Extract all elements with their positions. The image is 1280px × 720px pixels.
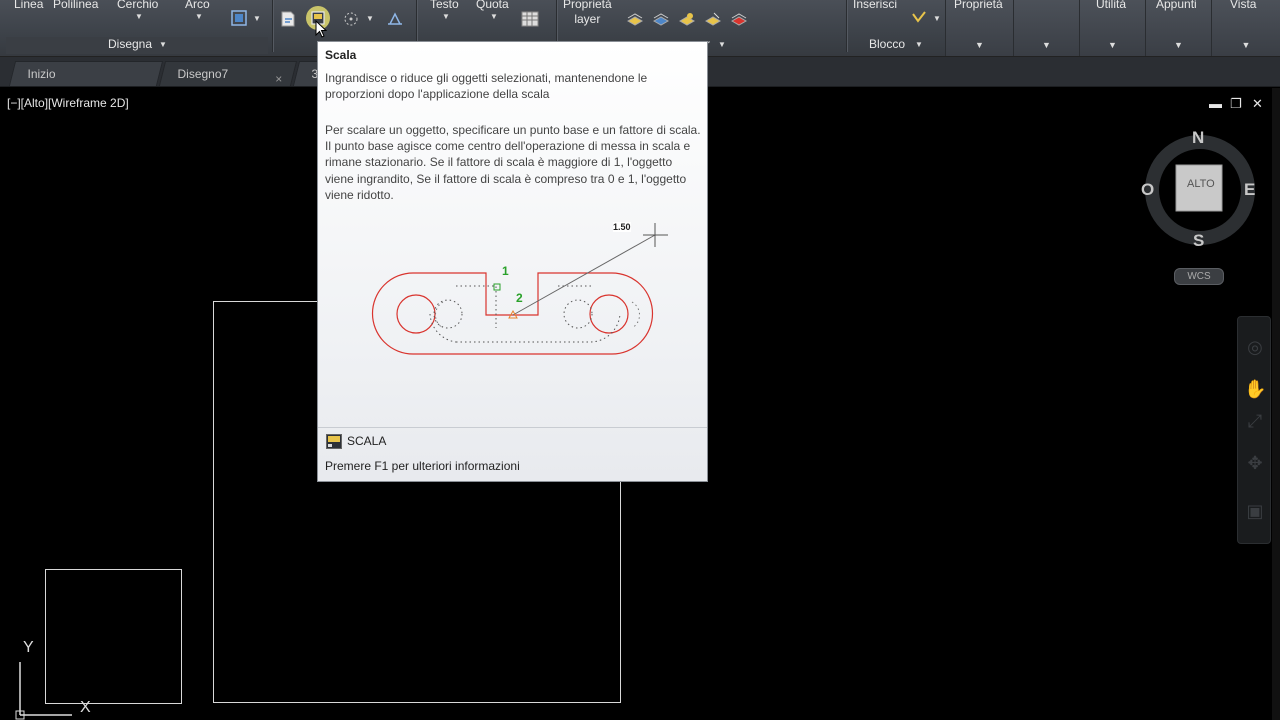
clipboard-label: Appunti (1156, 0, 1197, 11)
block-group-title[interactable]: Blocco (869, 37, 905, 51)
scale-command-icon (326, 434, 342, 449)
tab-drawing7-label: Disegno7 (177, 67, 229, 81)
layer-tool-icon[interactable] (678, 10, 696, 28)
scale-illustration (371, 223, 668, 355)
block-dropdown-icon[interactable]: ▼ (933, 14, 941, 23)
arc-dropdown-icon[interactable]: ▼ (195, 12, 203, 21)
dimension-dropdown-icon[interactable]: ▼ (490, 12, 498, 21)
chevron-down-icon: ▼ (1241, 40, 1251, 50)
select-window-icon[interactable] (230, 9, 248, 27)
properties-button[interactable]: Proprietà ▼ (945, 0, 1013, 56)
chevron-down-icon: ▼ (1174, 40, 1183, 50)
chevron-down-icon: ▼ (975, 40, 984, 50)
compass-west-label[interactable]: O (1141, 180, 1154, 200)
draw-group-title[interactable]: Disegna (108, 37, 152, 51)
properties-label: Proprietà (954, 0, 1003, 11)
wcs-label: WCS (1187, 271, 1211, 282)
tooltip-divider (318, 427, 707, 428)
tab-close-icon[interactable]: × (261, 67, 282, 86)
chevron-down-icon: ▼ (1042, 40, 1051, 50)
compass-east-label[interactable]: E (1244, 180, 1255, 200)
array-icon[interactable] (342, 10, 360, 28)
line-tool-label[interactable]: Linea (14, 0, 43, 11)
tab-start[interactable]: Inizio (8, 61, 164, 86)
viewport-edge (1272, 88, 1280, 720)
illustration-point-1: 1 (502, 264, 509, 278)
mouse-pointer-icon (315, 20, 327, 38)
orbit-icon[interactable]: ✥ (1244, 453, 1266, 475)
array-dropdown-icon[interactable]: ▼ (366, 14, 374, 23)
view-button[interactable]: Vista ▼ (1211, 0, 1280, 56)
zoom-extents-icon[interactable]: ⤢ (1244, 411, 1266, 433)
chevron-down-icon: ▼ (1108, 40, 1117, 50)
layer-properties-label[interactable]: Proprietà layer (563, 0, 612, 27)
arc-tool-label[interactable]: Arco (185, 0, 210, 11)
wcs-dropdown[interactable]: WCS (1174, 268, 1224, 285)
insert-tool-label[interactable]: Inserisci (853, 0, 897, 11)
select-dropdown-icon[interactable]: ▼ (253, 14, 261, 23)
navigation-bar: ◎ ✋ ⤢ ✥ ▣ (1237, 316, 1271, 544)
ribbon-separator (272, 0, 273, 52)
layer-properties-label-line1: Proprietà (563, 0, 612, 11)
draw-group-expand-icon[interactable]: ▼ (159, 40, 167, 49)
ribbon-separator (846, 0, 847, 52)
tooltip-help-hint: Premere F1 per ulteriori informazioni (325, 459, 520, 473)
steering-wheel-icon[interactable]: ◎ (1244, 337, 1266, 359)
layer-tool-icon[interactable] (730, 10, 748, 28)
utilities-button[interactable]: Utilità ▼ (1079, 0, 1145, 56)
polyline-tool-label[interactable]: Polilinea (53, 0, 98, 11)
viewport-controls-label[interactable]: [−][Alto][Wireframe 2D] (7, 96, 129, 110)
layer-properties-label-line2: layer (574, 12, 601, 26)
layer-tool-icon[interactable] (652, 10, 670, 28)
layer-tool-icon[interactable] (626, 10, 644, 28)
scale-command-tooltip: Scala Ingrandisce o riduce gli oggetti s… (317, 41, 708, 482)
text-dropdown-icon[interactable]: ▼ (442, 12, 450, 21)
circle-dropdown-icon[interactable]: ▼ (135, 12, 143, 21)
tooltip-title: Scala (325, 48, 357, 62)
compass-south-label[interactable]: S (1193, 231, 1204, 251)
dimension-tool-label[interactable]: Quota (476, 0, 509, 11)
view-label: Vista (1230, 0, 1257, 11)
groups-button[interactable]: ▼ (1013, 0, 1079, 56)
pan-hand-icon[interactable]: ✋ (1244, 379, 1266, 401)
layer-tool-icon[interactable] (704, 10, 722, 28)
text-tool-label[interactable]: Testo (430, 0, 459, 11)
layer-group-expand-icon[interactable]: ▼ (718, 40, 726, 49)
viewcube-face-label[interactable]: ALTO (1187, 178, 1215, 190)
tab-drawing7[interactable]: Disegno7 × (158, 61, 298, 86)
table-icon[interactable] (521, 10, 539, 28)
viewport-minimize-icon[interactable]: ▬ (1209, 96, 1222, 111)
block-edit-icon[interactable] (910, 9, 928, 27)
illustration-scale-factor: 1.50 (613, 222, 631, 232)
circle-tool-label[interactable]: Cerchio (117, 0, 158, 11)
viewport-restore-icon[interactable]: ❐ (1230, 96, 1242, 112)
utilities-label: Utilità (1096, 0, 1127, 11)
illustration-point-2: 2 (516, 291, 523, 305)
block-group-expand-icon[interactable]: ▼ (915, 40, 923, 49)
ucs-x-label: X (80, 699, 91, 716)
showmotion-icon[interactable]: ▣ (1244, 501, 1266, 523)
tooltip-description: Per scalare un oggetto, specificare un p… (325, 123, 701, 202)
tab-start-label: Inizio (27, 67, 56, 81)
viewport-close-icon[interactable]: ✕ (1252, 96, 1263, 112)
copy-icon[interactable] (279, 10, 297, 28)
stretch-icon[interactable] (386, 9, 404, 27)
clipboard-button[interactable]: Appunti ▼ (1145, 0, 1211, 56)
ucs-y-label: Y (23, 639, 34, 656)
tooltip-summary: Ingrandisce o riduce gli oggetti selezio… (325, 71, 648, 102)
tooltip-command-name: SCALA (347, 434, 387, 448)
compass-north-label[interactable]: N (1192, 128, 1204, 148)
